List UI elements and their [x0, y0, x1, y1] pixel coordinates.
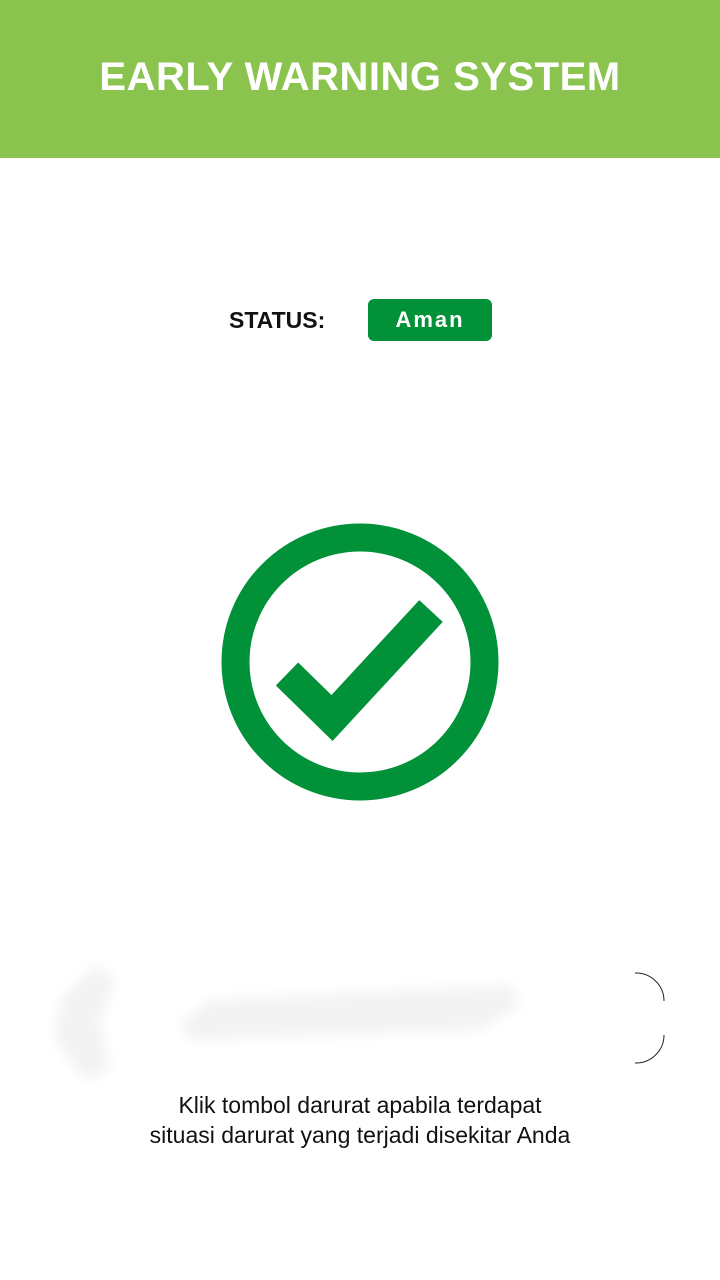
status-label: STATUS: [229, 307, 326, 333]
emergency-button[interactable] [40, 945, 680, 1095]
app-title: EARLY WARNING SYSTEM [99, 54, 621, 99]
emergency-button-graphic [55, 965, 665, 1080]
helper-text-line-2: situasi darurat yang terjadi disekitar A… [149, 1122, 571, 1148]
helper-text-line-1: Klik tombol darurat apabila terdapat [178, 1092, 542, 1118]
status-row: STATUS: Aman [0, 299, 720, 341]
helper-text: Klik tombol darurat apabila terdapat sit… [0, 1090, 720, 1150]
app-header: EARLY WARNING SYSTEM [0, 0, 720, 158]
status-badge: Aman [368, 299, 492, 341]
app-screen: EARLY WARNING SYSTEM STATUS: Aman Klik t… [0, 0, 720, 1280]
check-circle-icon [220, 522, 500, 802]
